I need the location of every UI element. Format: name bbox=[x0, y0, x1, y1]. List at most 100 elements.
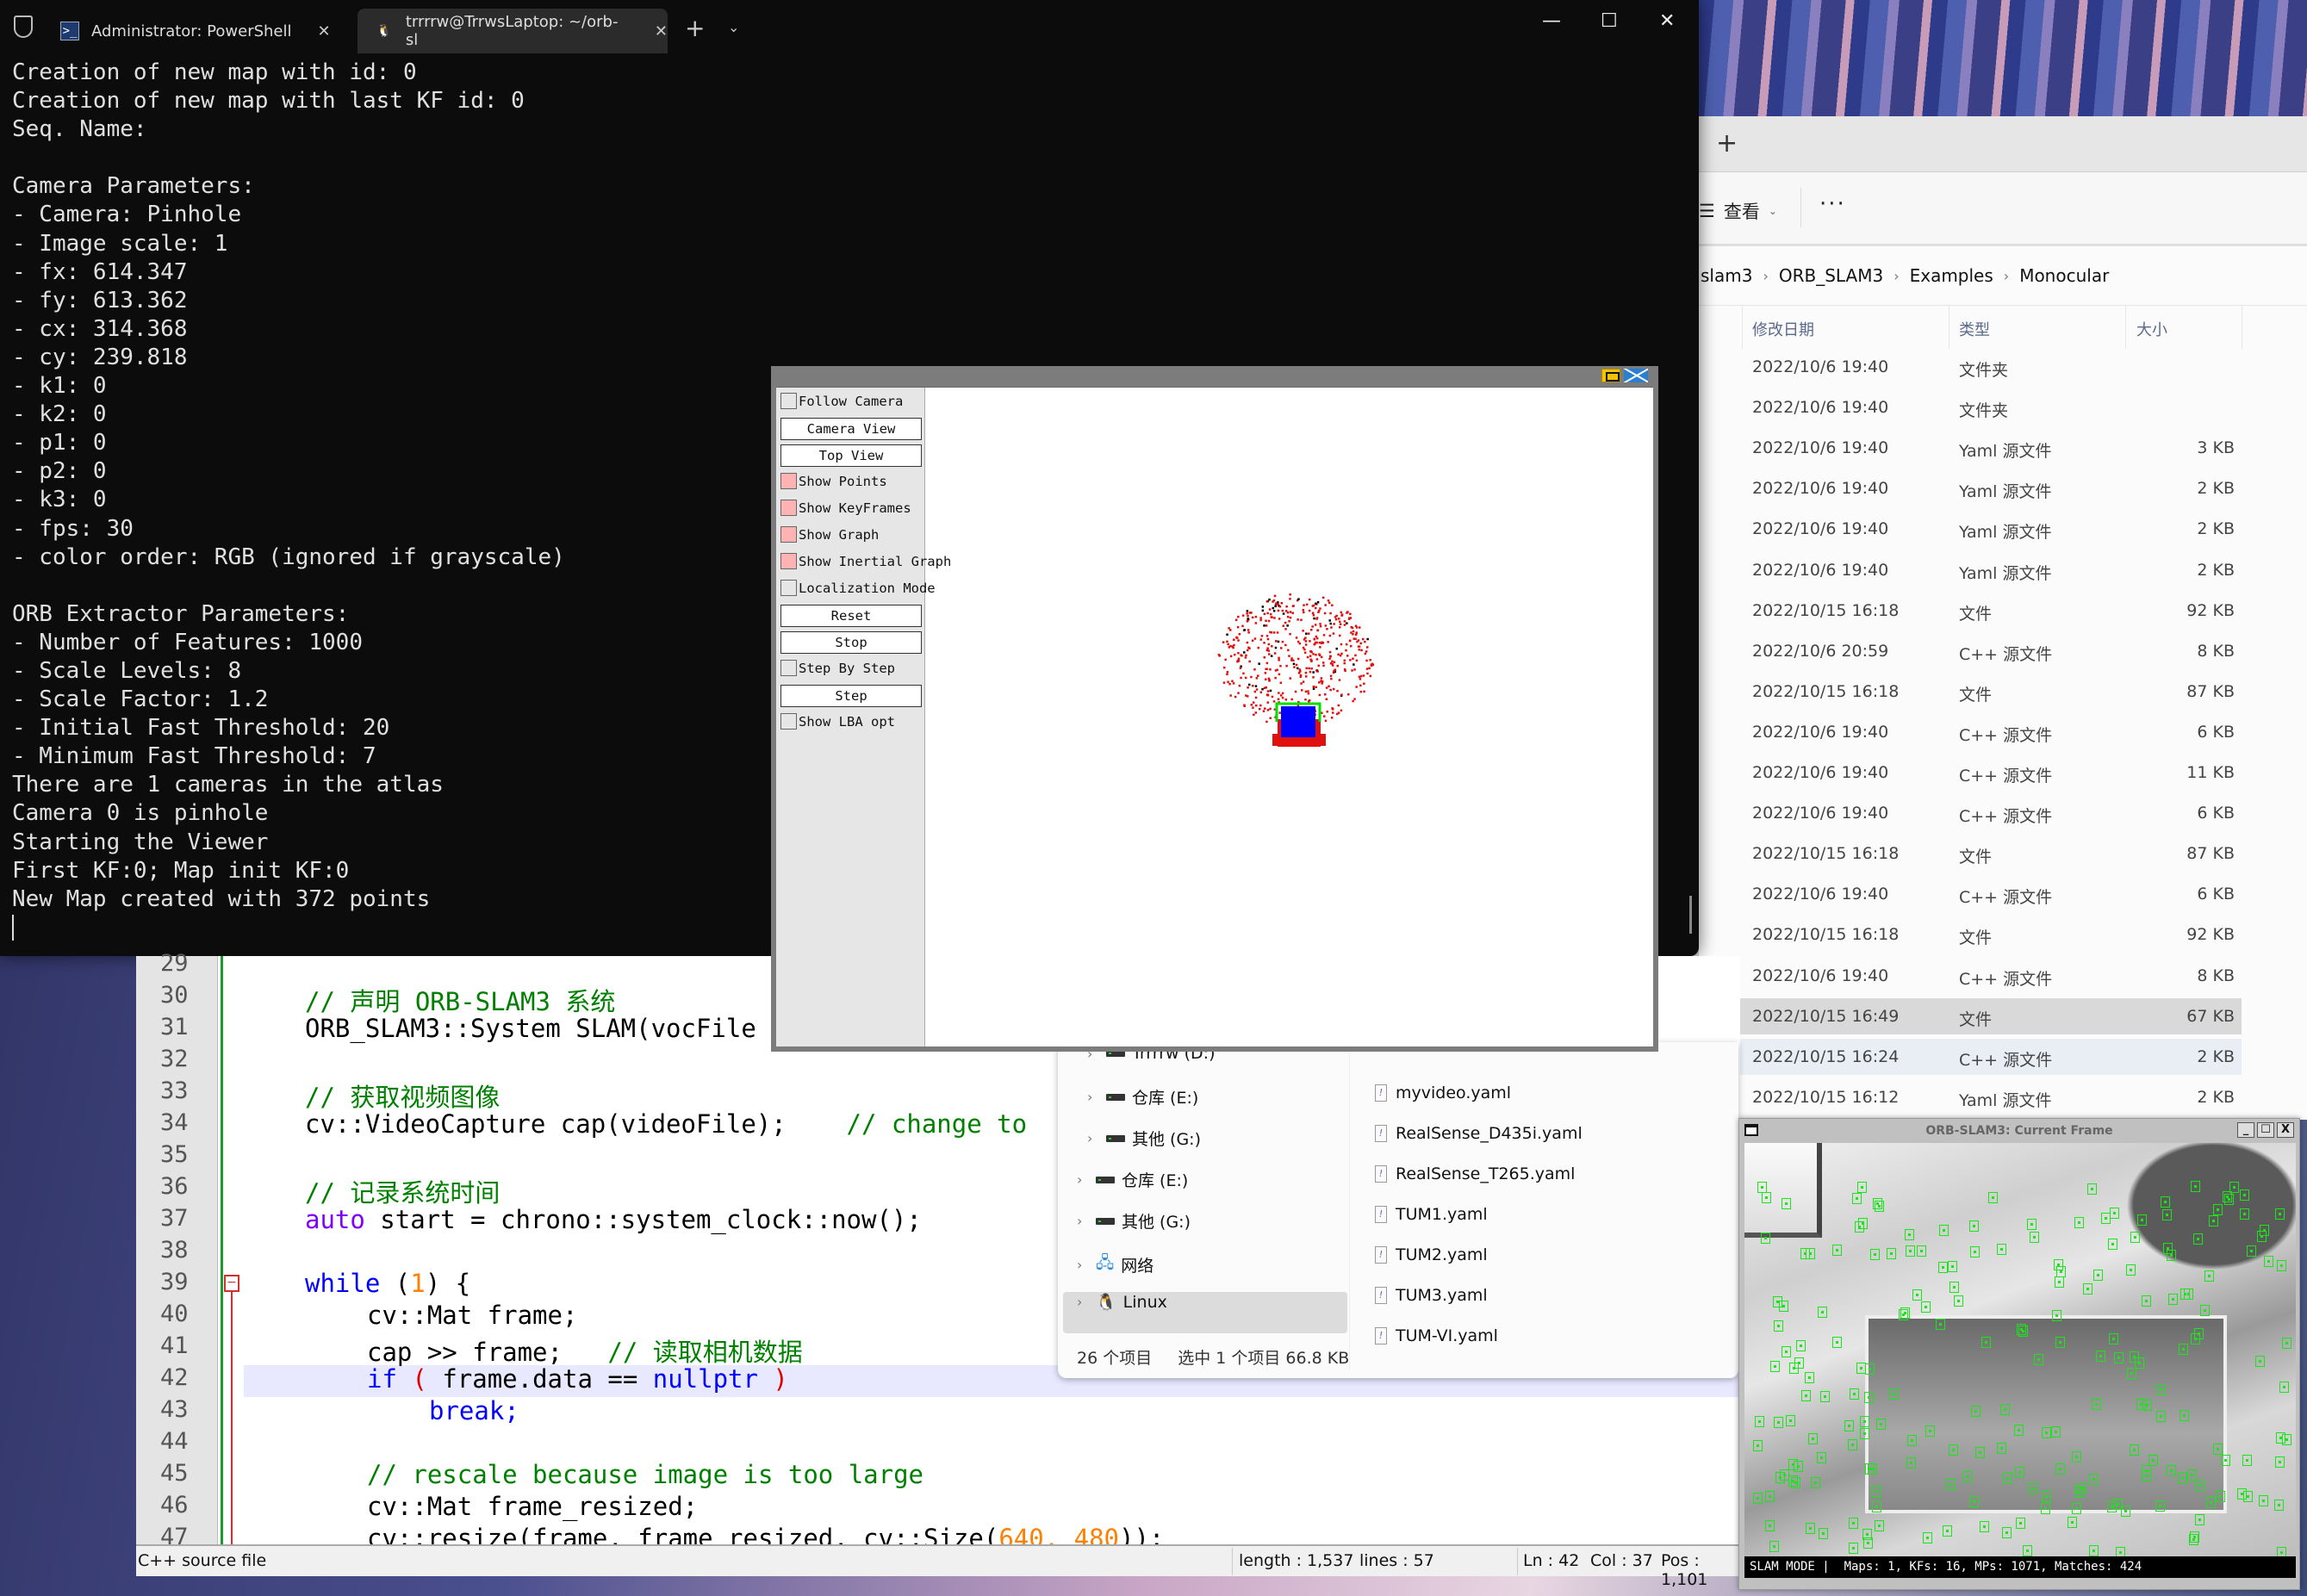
explorer-new-tab-button[interactable]: + bbox=[1716, 128, 1738, 158]
checkbox-show-lba-opt[interactable]: Show LBA opt bbox=[780, 713, 895, 730]
code-line[interactable]: cap >> frame; // 读取相机数据 bbox=[367, 1332, 803, 1369]
file-row[interactable]: 2022/10/15 16:18 文件 92 KB bbox=[1699, 593, 2242, 629]
chevron-right-icon[interactable]: › bbox=[1087, 1130, 1099, 1146]
close-icon[interactable] bbox=[1624, 369, 1648, 382]
code-line[interactable]: // rescale because image is too large bbox=[367, 1460, 923, 1489]
nav-item[interactable]: › 仓库 (E:) bbox=[1077, 1168, 1188, 1191]
window-menu-icon[interactable] bbox=[1744, 1124, 1758, 1136]
nav-item[interactable]: › 其他 (G:) bbox=[1087, 1127, 1201, 1150]
button-camera-view[interactable]: Camera View bbox=[780, 418, 922, 440]
checkbox-box[interactable] bbox=[780, 393, 797, 409]
checkbox-box[interactable] bbox=[780, 660, 797, 676]
code-line[interactable]: // 声明 ORB-SLAM3 系统 bbox=[305, 982, 615, 1018]
button-top-view[interactable]: Top View bbox=[780, 444, 922, 467]
file-list-item[interactable]: ! TUM2.yaml bbox=[1375, 1245, 1488, 1264]
view-menu-button[interactable]: ☰ 查看 ⌄ bbox=[1699, 198, 1777, 224]
close-button[interactable]: ✕ bbox=[1659, 10, 1675, 32]
nav-item[interactable]: › 🐧 Linux bbox=[1077, 1292, 1167, 1313]
close-button[interactable]: X bbox=[2277, 1122, 2294, 1138]
checkbox-box[interactable] bbox=[780, 553, 797, 569]
checkbox-box[interactable] bbox=[780, 580, 797, 596]
checkbox-show-keyframes[interactable]: Show KeyFrames bbox=[780, 500, 911, 516]
file-row[interactable]: 2022/10/15 16:24 C++ 源文件 2 KB bbox=[1699, 1038, 2242, 1075]
file-row[interactable]: 2022/10/15 16:18 文件 92 KB bbox=[1699, 916, 2242, 953]
code-line[interactable]: auto start = chrono::system_clock::now()… bbox=[305, 1205, 922, 1234]
more-options-button[interactable]: ··· bbox=[1819, 191, 1846, 217]
checkbox-box[interactable] bbox=[780, 713, 797, 730]
nav-item[interactable]: › 🖧 网络 bbox=[1077, 1251, 1154, 1278]
file-list-item[interactable]: ! TUM3.yaml bbox=[1375, 1286, 1488, 1305]
checkbox-box[interactable] bbox=[780, 473, 797, 489]
file-row[interactable]: 2022/10/6 19:40 文件夹 bbox=[1699, 349, 2242, 385]
maximize-button[interactable]: ☐ bbox=[2257, 1122, 2274, 1138]
file-list-item[interactable]: ! RealSense_T265.yaml bbox=[1375, 1164, 1575, 1183]
checkbox-box[interactable] bbox=[780, 500, 797, 516]
file-row[interactable]: 2022/10/6 19:40 C++ 源文件 6 KB bbox=[1699, 795, 2242, 831]
file-row[interactable]: 2022/10/6 19:40 Yaml 源文件 2 KB bbox=[1699, 552, 2242, 588]
maximize-button[interactable]: ☐ bbox=[1601, 10, 1618, 32]
pane-divider[interactable] bbox=[1349, 1042, 1350, 1369]
file-row[interactable]: 2022/10/6 19:40 Yaml 源文件 2 KB bbox=[1699, 511, 2242, 547]
breadcrumb-item[interactable]: ORB_SLAM3 bbox=[1779, 265, 1883, 286]
checkbox-box[interactable] bbox=[780, 526, 797, 543]
terminal-scrollbar[interactable] bbox=[1689, 896, 1692, 934]
file-list-item[interactable]: ! myvideo.yaml bbox=[1375, 1084, 1511, 1102]
breadcrumb-item[interactable]: Examples bbox=[1910, 265, 1993, 286]
code-line[interactable]: if ( frame.data == nullptr ) bbox=[367, 1364, 788, 1394]
code-line[interactable]: // 记录系统时间 bbox=[305, 1173, 500, 1209]
breadcrumb-item[interactable]: slam3 bbox=[1701, 265, 1752, 286]
fold-toggle-icon[interactable]: − bbox=[224, 1275, 239, 1292]
code-line[interactable]: // 获取视频图像 bbox=[305, 1077, 500, 1114]
map-3d-canvas[interactable] bbox=[926, 388, 1653, 1046]
file-row[interactable]: 2022/10/6 19:40 C++ 源文件 8 KB bbox=[1699, 958, 2242, 994]
code-line[interactable]: while (1) { bbox=[305, 1269, 470, 1298]
file-row[interactable]: 2022/10/6 19:40 文件夹 bbox=[1699, 389, 2242, 425]
button-stop[interactable]: Stop bbox=[780, 631, 922, 654]
file-row[interactable]: 2022/10/15 16:18 文件 87 KB bbox=[1699, 835, 2242, 872]
column-header-type[interactable]: 类型 bbox=[1959, 318, 1990, 340]
code-line[interactable]: cv::Mat frame_resized; bbox=[367, 1492, 698, 1521]
file-row[interactable]: 2022/10/6 19:40 C++ 源文件 11 KB bbox=[1699, 755, 2242, 791]
tab-powershell[interactable]: >_ Administrator: PowerShell ✕ bbox=[43, 9, 353, 53]
file-row[interactable]: 2022/10/6 20:59 C++ 源文件 8 KB bbox=[1699, 633, 2242, 669]
tab-dropdown-button[interactable]: ⌄ bbox=[728, 19, 739, 35]
nav-item[interactable]: › 仓库 (E:) bbox=[1087, 1085, 1198, 1109]
chevron-right-icon[interactable]: › bbox=[1077, 1171, 1089, 1188]
button-step[interactable]: Step bbox=[780, 685, 922, 707]
code-line[interactable]: ORB_SLAM3::System SLAM(vocFile bbox=[305, 1014, 756, 1043]
terminal-output[interactable]: Creation of new map with id: 0 Creation o… bbox=[12, 59, 565, 942]
chevron-right-icon[interactable]: › bbox=[1077, 1294, 1089, 1310]
checkbox-follow-camera[interactable]: Follow Camera bbox=[780, 393, 903, 409]
checkbox-step-by-step[interactable]: Step By Step bbox=[780, 660, 895, 676]
chevron-right-icon[interactable]: › bbox=[1087, 1089, 1099, 1105]
new-tab-button[interactable]: + bbox=[685, 14, 705, 42]
file-list-item[interactable]: ! TUM1.yaml bbox=[1375, 1205, 1488, 1224]
minimize-icon[interactable] bbox=[1601, 369, 1620, 382]
file-row[interactable]: 2022/10/6 19:40 C++ 源文件 6 KB bbox=[1699, 714, 2242, 750]
current-frame-titlebar[interactable]: ORB-SLAM3: Current Frame _ ☐ X bbox=[1739, 1119, 2299, 1143]
checkbox-show-points[interactable]: Show Points bbox=[780, 473, 887, 489]
chevron-right-icon[interactable]: › bbox=[1077, 1257, 1089, 1273]
button-reset[interactable]: Reset bbox=[780, 605, 922, 627]
chevron-right-icon[interactable]: › bbox=[1077, 1213, 1089, 1229]
file-list-item[interactable]: ! RealSense_D435i.yaml bbox=[1375, 1124, 1583, 1143]
minimize-button[interactable]: _ bbox=[2237, 1122, 2254, 1138]
checkbox-localization-mode[interactable]: Localization Mode bbox=[780, 580, 936, 596]
breadcrumb-item[interactable]: Monocular bbox=[2019, 265, 2109, 286]
code-line[interactable]: cv::Mat frame; bbox=[367, 1301, 577, 1330]
tab-linux[interactable]: 🐧 trrrrw@TrrwsLaptop: ~/orb-sl ✕ bbox=[358, 9, 668, 53]
file-row[interactable]: 2022/10/15 16:49 文件 67 KB bbox=[1699, 997, 2242, 1034]
file-row[interactable]: 2022/10/15 16:18 文件 87 KB bbox=[1699, 674, 2242, 710]
checkbox-show-graph[interactable]: Show Graph bbox=[780, 526, 879, 543]
close-tab-icon[interactable]: ✕ bbox=[655, 22, 668, 40]
close-tab-icon[interactable]: ✕ bbox=[318, 22, 331, 40]
code-line[interactable]: break; bbox=[429, 1396, 519, 1425]
minimize-button[interactable]: — bbox=[1542, 10, 1561, 32]
file-row[interactable]: 2022/10/6 19:40 Yaml 源文件 3 KB bbox=[1699, 430, 2242, 466]
file-row[interactable]: 2022/10/6 19:40 C++ 源文件 6 KB bbox=[1699, 876, 2242, 912]
column-header-size[interactable]: 大小 bbox=[2136, 318, 2167, 340]
column-header-date[interactable]: 修改日期 bbox=[1752, 318, 1814, 340]
nav-item[interactable]: › 其他 (G:) bbox=[1077, 1209, 1191, 1233]
code-line[interactable]: cv::VideoCapture cap(videoFile); // chan… bbox=[305, 1109, 1027, 1139]
file-list-item[interactable]: ! TUM-VI.yaml bbox=[1375, 1326, 1498, 1345]
